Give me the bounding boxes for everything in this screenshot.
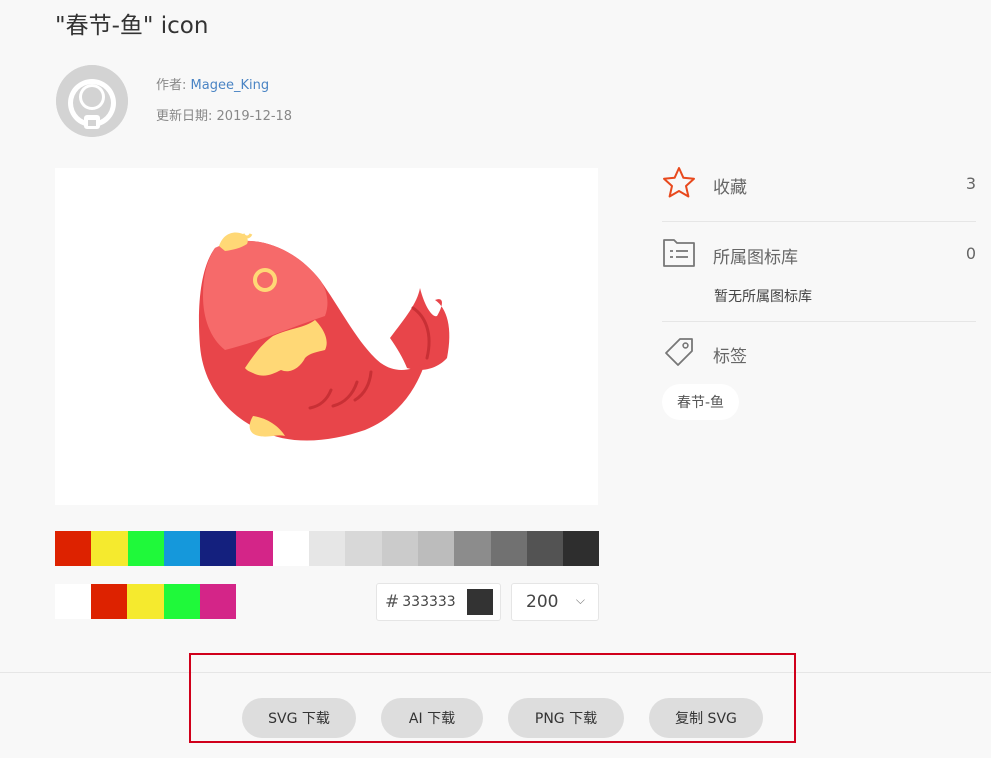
date-value: 2019-12-18 — [216, 109, 293, 124]
tag-chip[interactable]: 春节-鱼 — [662, 384, 740, 420]
favorite-row[interactable]: 收藏 3 — [662, 166, 976, 206]
color-swatch[interactable] — [236, 531, 273, 566]
author-label: 作者: — [156, 78, 187, 93]
author-row: 作者: Magee_King — [156, 74, 269, 93]
color-swatch[interactable] — [163, 531, 201, 566]
folder-list-icon — [663, 239, 695, 267]
color-swatch[interactable] — [55, 531, 92, 566]
hex-hash-label: # — [385, 592, 400, 612]
chevron-down-icon: ⌵ — [575, 593, 585, 607]
recent-colors — [55, 584, 236, 619]
recent-color-swatch[interactable] — [199, 584, 236, 619]
page-title: "春节-鱼" icon — [55, 13, 209, 39]
tag-icon — [665, 338, 693, 366]
author-link[interactable]: Magee_King — [191, 78, 270, 93]
copy-svg-button[interactable]: 复制 SVG — [649, 698, 763, 738]
favorite-count: 3 — [965, 174, 976, 193]
recent-color-swatch[interactable] — [91, 584, 128, 619]
library-count: 0 — [965, 244, 976, 263]
recent-color-swatch[interactable] — [163, 584, 200, 619]
tags-row: 标签 — [662, 335, 976, 375]
size-select[interactable]: 200 ⌵ — [511, 583, 599, 621]
favorite-label: 收藏 — [713, 178, 747, 198]
hex-color-swatch — [467, 589, 493, 615]
color-swatch[interactable] — [454, 531, 491, 566]
date-label: 更新日期: — [156, 109, 213, 124]
svg-download-button[interactable]: SVG 下载 — [242, 698, 356, 738]
ai-download-button[interactable]: AI 下载 — [381, 698, 483, 738]
hex-color-input[interactable]: # 333333 — [376, 583, 501, 621]
color-swatch[interactable] — [345, 531, 382, 566]
star-icon[interactable] — [662, 166, 696, 200]
library-row: 所属图标库 0 — [662, 236, 976, 276]
recent-color-swatch[interactable] — [127, 584, 164, 619]
color-swatch[interactable] — [490, 531, 527, 566]
tags-label: 标签 — [713, 347, 747, 367]
size-value: 200 — [526, 592, 559, 612]
color-swatch[interactable] — [127, 531, 164, 566]
koi-fish-icon — [198, 232, 450, 441]
color-swatch[interactable] — [91, 531, 128, 566]
avatar[interactable] — [56, 65, 128, 137]
color-swatch[interactable] — [417, 531, 455, 566]
hex-value: 333333 — [402, 594, 456, 610]
color-swatch[interactable] — [381, 531, 418, 566]
library-label: 所属图标库 — [713, 248, 798, 268]
date-row: 更新日期: 2019-12-18 — [156, 105, 292, 124]
color-swatch[interactable] — [309, 531, 346, 566]
icon-preview — [55, 168, 598, 505]
astronaut-avatar-icon — [56, 65, 128, 137]
png-download-button[interactable]: PNG 下载 — [508, 698, 624, 738]
divider — [662, 321, 976, 322]
color-swatch[interactable] — [563, 531, 600, 566]
recent-color-swatch[interactable] — [55, 584, 92, 619]
color-palette — [55, 531, 600, 566]
divider — [662, 221, 976, 222]
color-swatch[interactable] — [526, 531, 564, 566]
color-swatch[interactable] — [200, 531, 237, 566]
library-empty-text: 暂无所属图标库 — [714, 289, 812, 305]
color-swatch[interactable] — [272, 531, 310, 566]
